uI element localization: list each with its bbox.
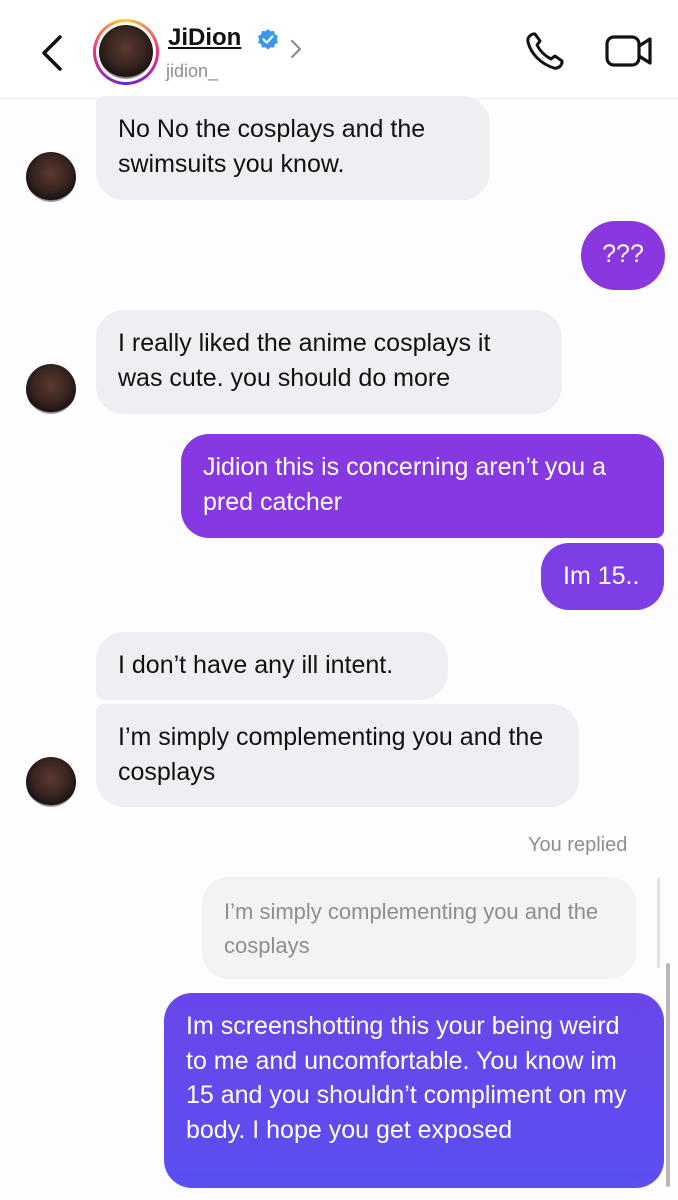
- sender-avatar[interactable]: [26, 152, 76, 202]
- contact-name[interactable]: JiDion: [168, 24, 241, 52]
- outgoing-message: Im 15..: [541, 543, 664, 610]
- quoted-message[interactable]: I’m simply complementing you and the cos…: [202, 877, 636, 979]
- incoming-message: I really liked the anime cosplays it was…: [96, 310, 562, 414]
- outgoing-message: ???: [581, 221, 665, 290]
- verified-badge-icon: [258, 29, 278, 50]
- reply-label: You replied: [528, 834, 628, 856]
- chevron-right-icon[interactable]: [289, 38, 303, 60]
- chat-header: JiDion jidion_: [0, 0, 678, 99]
- scrollbar[interactable]: [666, 963, 670, 1187]
- incoming-message: I don’t have any ill intent.: [96, 632, 448, 700]
- contact-handle: jidion_: [166, 61, 219, 81]
- video-call-icon[interactable]: [604, 32, 654, 70]
- profile-avatar[interactable]: [93, 19, 159, 85]
- phone-call-icon[interactable]: [524, 30, 566, 72]
- incoming-message: No No the cosplays and the swimsuits you…: [96, 96, 490, 200]
- incoming-message: I’m simply complementing you and the cos…: [96, 704, 579, 807]
- outgoing-message: Im screenshotting this your being weird …: [164, 993, 664, 1188]
- back-chevron-icon[interactable]: [38, 33, 68, 73]
- scrollbar-track: [657, 878, 660, 968]
- outgoing-message: Jidion this is concerning aren’t you a p…: [181, 434, 664, 538]
- sender-avatar[interactable]: [26, 364, 76, 414]
- sender-avatar[interactable]: [26, 757, 76, 807]
